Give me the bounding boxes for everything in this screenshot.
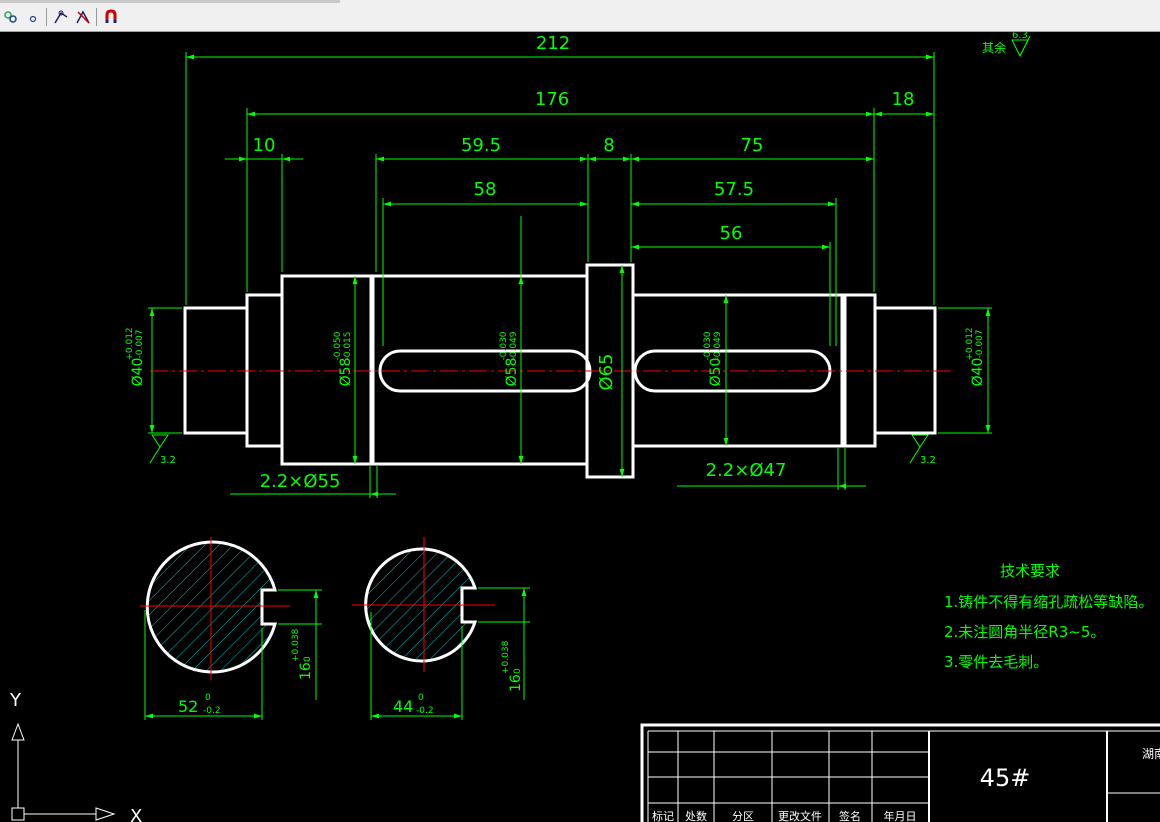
sec1-depth-low: 0: [303, 656, 313, 662]
dim-chamfer-left: 2.2×Ø55: [260, 471, 341, 492]
dim-212: 212: [536, 33, 570, 54]
toolbar-separator: [96, 8, 97, 26]
dia-mid-left-up: -0.030: [499, 331, 509, 360]
dim-18: 18: [892, 89, 915, 110]
dim-56: 56: [720, 223, 743, 244]
sec2-depth-up: +0.038: [501, 640, 511, 674]
dia-left-bearing-up: -0.050: [333, 331, 343, 360]
title-block: 45# 标记 处数 分区 更改文件 签名 年月日 湖南: [640, 723, 1160, 822]
roughness-other-value: 6.3: [1012, 32, 1028, 41]
sec2-width-up: 0: [418, 693, 424, 703]
sec1-width-up: 0: [205, 693, 211, 703]
toolbar: [0, 0, 1160, 32]
dim-75: 75: [741, 135, 764, 156]
tech-req-3: 3.零件去毛刺。: [944, 653, 1048, 671]
sec2-depth: 16: [508, 674, 524, 692]
dia-mid-right: Ø50: [708, 358, 724, 387]
dim-8: 8: [603, 135, 614, 156]
section-view-1: 52 0 -0.2 16 +0.038 0: [140, 537, 322, 720]
drawing-canvas[interactable]: 212 176 18 10 59.5 8 75 58 57.5 56 2.2×Ø…: [0, 32, 1160, 822]
tb-header-3: 更改文件: [778, 809, 822, 822]
toolbar-separator: [46, 8, 47, 26]
dim-59-5: 59.5: [461, 135, 501, 156]
layers-icon[interactable]: [2, 8, 20, 26]
tb-header-0: 标记: [652, 809, 674, 822]
tb-header-5: 年月日: [884, 809, 917, 822]
dia-right-end-up: +0.012: [965, 327, 975, 360]
roughness-left: 3.2: [160, 455, 176, 466]
roughness-other-label: 其余: [982, 40, 1006, 55]
dia-right-end-low: -0.007: [975, 329, 985, 358]
dia-collar: Ø65: [596, 353, 617, 390]
section-view-2: 44 0 -0.2 16 +0.038 0: [352, 537, 530, 720]
sec1-width-low: -0.2: [203, 706, 221, 716]
dia-left-end: Ø40: [130, 358, 146, 387]
ucs-x-label: X: [130, 806, 142, 822]
dia-mid-left: Ø58: [504, 358, 520, 387]
sec1-depth: 16: [298, 662, 314, 680]
sec2-depth-low: 0: [513, 668, 523, 674]
osnap-icon[interactable]: [74, 8, 92, 26]
roughness-right: 3.2: [920, 455, 936, 466]
tech-req-2: 2.未注圆角半径R3~5。: [944, 623, 1105, 641]
dia-left-end-up: +0.012: [125, 327, 135, 360]
dia-mid-right-up: -0.030: [703, 331, 713, 360]
dim-chamfer-right: 2.2×Ø47: [706, 460, 787, 481]
dia-mid-left-low: -0.049: [509, 331, 519, 360]
tb-corner-text: 湖南: [1142, 746, 1160, 761]
ucs-y-label: Y: [9, 690, 22, 711]
tb-header-2: 分区: [732, 810, 754, 822]
tb-header-4: 签名: [839, 809, 861, 822]
tech-req-1: 1.铸件不得有缩孔疏松等缺陷。: [944, 593, 1153, 611]
snap-icon[interactable]: [52, 8, 70, 26]
sec2-width: 44: [393, 697, 413, 716]
dia-left-bearing: Ø58: [338, 358, 354, 387]
tb-header-1: 处数: [685, 810, 707, 822]
dim-57-5: 57.5: [714, 179, 754, 200]
sec1-width: 52: [178, 697, 198, 716]
dim-58: 58: [474, 179, 497, 200]
dia-mid-right-low: -0.049: [713, 331, 723, 360]
tech-title: 技术要求: [1000, 562, 1060, 580]
dia-left-bearing-low: -0.015: [343, 331, 353, 360]
dia-right-end: Ø40: [970, 358, 986, 387]
dim-10: 10: [253, 135, 276, 156]
circle-icon[interactable]: [24, 8, 42, 26]
toolbar-tab: [0, 0, 340, 3]
material-label: 45#: [980, 764, 1031, 792]
dim-176: 176: [535, 89, 569, 110]
magnet-icon[interactable]: [102, 8, 120, 26]
dia-left-end-low: -0.007: [135, 329, 145, 358]
sec2-width-low: -0.2: [416, 706, 434, 716]
sec1-depth-up: +0.038: [291, 628, 301, 662]
ucs-icon: Y X: [9, 690, 142, 822]
